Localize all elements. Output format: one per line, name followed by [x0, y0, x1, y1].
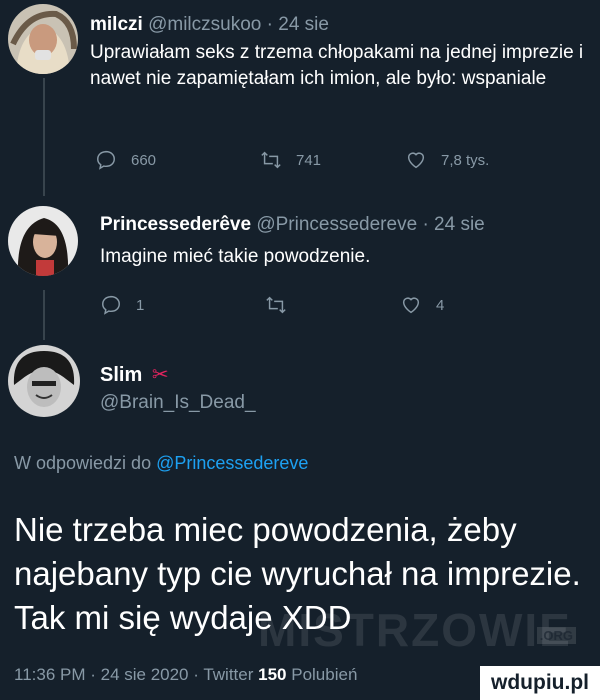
- reply-to-link[interactable]: @Princessedereve: [156, 453, 308, 473]
- author-name[interactable]: Princessederêve: [100, 214, 251, 235]
- reply-button[interactable]: 1: [100, 294, 144, 316]
- heart-icon: [402, 297, 420, 314]
- tweet-actions: 1 4: [100, 294, 580, 320]
- author-name[interactable]: Slim: [100, 364, 142, 386]
- tweet-meta: 11:36 PM · 24 sie 2020 · Twitter 150 Pol…: [14, 665, 357, 685]
- avatar[interactable]: [8, 206, 78, 276]
- reply-count: 660: [131, 151, 157, 169]
- tweet-header: milczi @milczsukoo · 24 sie: [90, 14, 329, 36]
- main-tweet-text: Nie trzeba miec powodzenia, żeby najeban…: [14, 511, 581, 636]
- tweet-text: Uprawiałam seks z trzema chłopakami na j…: [90, 42, 584, 89]
- reply-button[interactable]: 660: [95, 149, 156, 171]
- retweet-button[interactable]: 741: [260, 149, 321, 171]
- like-count: 7,8 tys.: [441, 151, 490, 169]
- retweet-count: 741: [296, 151, 322, 169]
- thread-line: [43, 290, 45, 340]
- author-handle[interactable]: @Brain_Is_Dead_: [100, 392, 256, 414]
- heart-icon: [407, 152, 425, 169]
- author-name[interactable]: milczi: [90, 14, 143, 35]
- author-handle[interactable]: @milczsukoo: [148, 14, 261, 35]
- tweet-actions: 660 741 7,8 tys.: [95, 149, 575, 175]
- like-button[interactable]: 7,8 tys.: [405, 149, 489, 171]
- reply-context: W odpowiedzi do @Princessedereve: [14, 453, 308, 474]
- reply-icon: [97, 150, 115, 170]
- like-count: 4: [436, 296, 445, 314]
- reply-count: 1: [136, 296, 145, 314]
- likes-count[interactable]: 150: [258, 665, 286, 684]
- site-badge: wdupiu.pl: [480, 666, 600, 700]
- avatar[interactable]: [8, 4, 78, 74]
- reply-prefix: W odpowiedzi do: [14, 453, 152, 473]
- avatar[interactable]: [8, 345, 80, 417]
- author-handle[interactable]: @Princessedereve: [256, 214, 417, 235]
- scissors-icon: ✂: [151, 364, 169, 386]
- tweet-header: Princessederêve @Princessedereve · 24 si…: [100, 214, 485, 236]
- tweet-time[interactable]: · 24 sie: [267, 14, 329, 35]
- thread-line: [43, 78, 45, 196]
- tweet-text: Imagine mieć takie powodzenie.: [100, 246, 371, 267]
- retweet-icon: [261, 151, 281, 169]
- retweet-button[interactable]: [265, 294, 301, 316]
- tweet-timestamp[interactable]: 11:36 PM · 24 sie 2020 · Twitter: [14, 665, 253, 684]
- reply-icon: [102, 295, 120, 315]
- tweet-time[interactable]: · 24 sie: [422, 214, 484, 235]
- retweet-icon: [266, 296, 286, 314]
- main-tweet-header: Slim ✂: [100, 362, 169, 387]
- likes-label[interactable]: Polubień: [291, 665, 357, 684]
- like-button[interactable]: 4: [400, 294, 444, 316]
